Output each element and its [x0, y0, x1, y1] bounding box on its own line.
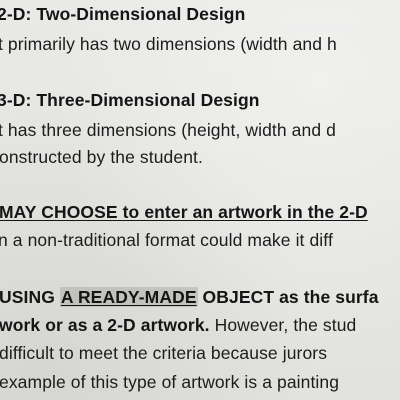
text-ready-made-highlight: A READY-MADE — [59, 287, 198, 307]
text-2d-description: t primarily has two dimensions (width an… — [0, 34, 337, 54]
text-non-traditional: n a non-traditional format could make it… — [0, 230, 333, 250]
text-using: USING — [0, 287, 60, 307]
text-3d-description: t has three dimensions (height, width an… — [0, 120, 336, 140]
text-3d-constructed: onstructed by the student. — [0, 147, 203, 167]
text-example-painting: example of this type of artwork is a pai… — [0, 372, 340, 392]
heading-2d-design: 2-D: Two-Dimensional Design — [0, 4, 246, 24]
text-may-choose: MAY CHOOSE to enter an artwork in the 2-… — [0, 202, 368, 222]
text-2d-artwork-line: work or as a 2-D artwork. However, the s… — [0, 315, 356, 335]
text-2d-artwork-bold: work or as a 2-D artwork. — [0, 315, 210, 335]
text-object-surface: OBJECT as the surfa — [197, 287, 379, 307]
heading-3d-design: 3-D: Three-Dimensional Design — [0, 90, 260, 110]
text-however: However, the stud — [209, 315, 357, 335]
text-ready-made-line: USING A READY-MADE OBJECT as the surfa — [0, 287, 379, 307]
document-page: 2-D: Two-Dimensional Design t primarily … — [0, 0, 400, 400]
text-difficult-criteria: difficult to meet the criteria because j… — [0, 343, 328, 363]
